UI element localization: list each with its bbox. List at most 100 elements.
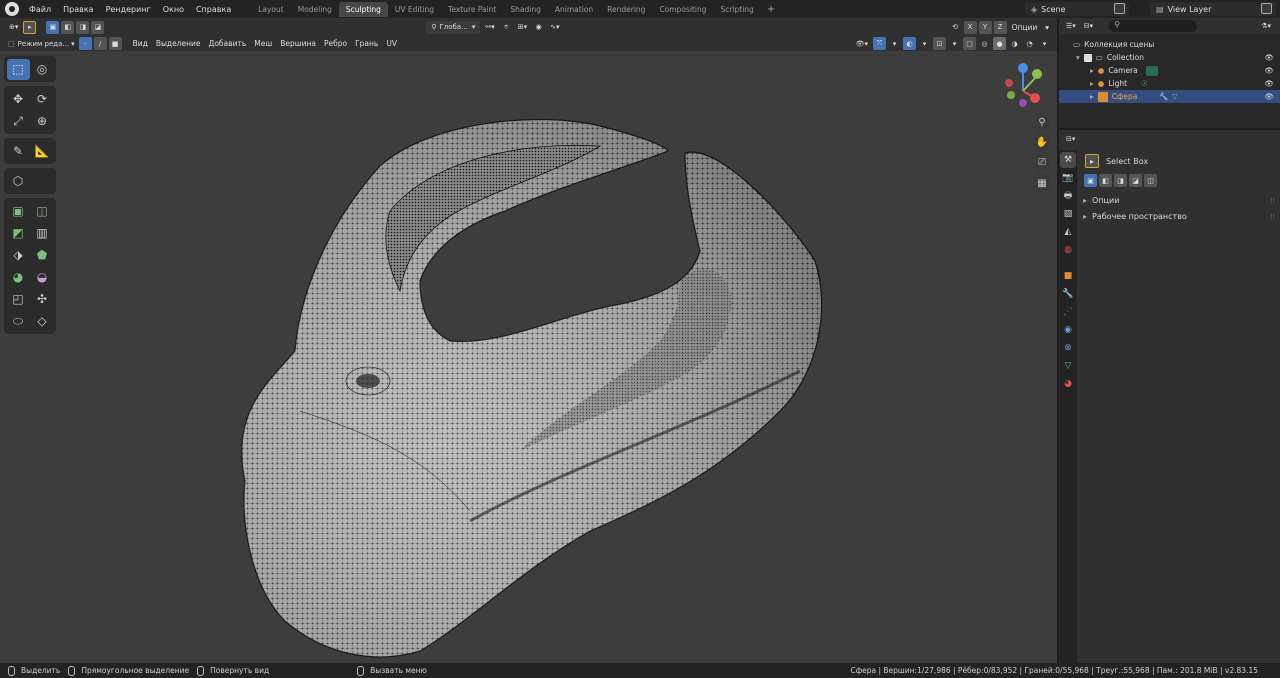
menu-uv[interactable]: UV xyxy=(382,39,401,48)
options-dropdown[interactable]: Опции xyxy=(1008,23,1042,32)
transform-tool-icon[interactable]: ⊕ xyxy=(31,111,54,132)
tab-view-layer-icon[interactable]: ▧ xyxy=(1060,206,1076,222)
panel-workspace[interactable]: ▸ Рабочее пространство ⁞⁞ xyxy=(1083,212,1275,221)
tab-rendering[interactable]: Rendering xyxy=(600,2,652,17)
tab-scripting[interactable]: Scripting xyxy=(713,2,760,17)
outliner-item-camera[interactable]: ▸ ● Camera 👁 xyxy=(1059,64,1280,77)
mirror-icon[interactable]: ⟲ xyxy=(949,21,962,34)
outliner-item-collection[interactable]: ▾ ▭ Collection 👁 xyxy=(1059,51,1280,64)
tab-particles-icon[interactable]: ⋰ xyxy=(1060,304,1076,320)
scene-selector[interactable]: ◈ Scene xyxy=(1025,2,1129,16)
mesh-overlay-dropdown-icon[interactable]: ▾ xyxy=(948,37,961,50)
display-mode-icon[interactable]: ⊟▾ xyxy=(1081,20,1096,33)
outliner-search-input[interactable]: ⚲ xyxy=(1109,20,1198,32)
tab-shading[interactable]: Shading xyxy=(503,2,547,17)
tab-modeling[interactable]: Modeling xyxy=(291,2,339,17)
face-select-icon[interactable]: ■ xyxy=(108,37,122,50)
eye-icon[interactable]: 👁 xyxy=(1264,66,1274,75)
perspective-grid-icon[interactable]: ▦ xyxy=(1033,174,1051,192)
tab-scene-icon[interactable]: ◭ xyxy=(1060,224,1076,240)
camera-data-icon[interactable] xyxy=(1145,65,1158,76)
axis-z-toggle[interactable]: Z xyxy=(993,20,1007,34)
menu-render[interactable]: Рендеринг xyxy=(100,5,157,14)
tab-tool-icon[interactable]: ⚒ xyxy=(1060,152,1076,168)
light-data-icon[interactable]: ☉ xyxy=(1141,79,1148,88)
bevel-tool-icon[interactable]: ◩ xyxy=(7,223,30,244)
loop-cut-tool-icon[interactable]: ▥ xyxy=(31,223,54,244)
menu-mesh[interactable]: Меш xyxy=(250,39,276,48)
options-chevron-icon[interactable]: ▾ xyxy=(1041,23,1057,32)
menu-add[interactable]: Добавить xyxy=(204,39,250,48)
shear-tool-icon[interactable]: ⬭ xyxy=(7,311,30,332)
overlay-toggle-icon[interactable]: ◐ xyxy=(903,37,916,50)
navigation-gizmo[interactable] xyxy=(1005,63,1042,107)
proportional-edit-icon[interactable]: ◉ xyxy=(532,21,545,34)
menu-help[interactable]: Справка xyxy=(190,5,237,14)
view-layer-selector[interactable]: ▤ View Layer xyxy=(1150,2,1276,16)
menu-edge[interactable]: Ребро xyxy=(320,39,351,48)
tab-layout[interactable]: Layout xyxy=(251,2,291,17)
modifier-wrench-icon[interactable]: 🔧 xyxy=(1159,92,1168,101)
axis-y-toggle[interactable]: Y xyxy=(978,20,992,34)
mode-new-icon[interactable]: ▣ xyxy=(1084,174,1097,187)
measure-tool-icon[interactable]: 📐 xyxy=(31,141,54,162)
select-box-tool-icon[interactable]: ⬚ xyxy=(6,58,30,80)
axis-x-toggle[interactable]: X xyxy=(963,20,977,34)
properties-editor-icon[interactable]: ⊟▾ xyxy=(1063,133,1078,146)
eye-icon[interactable]: 👁 xyxy=(1264,79,1274,88)
drag-handle-icon[interactable]: ⁞⁞ xyxy=(1270,196,1275,205)
tab-uv-editing[interactable]: UV Editing xyxy=(388,2,441,17)
scale-tool-icon[interactable]: ⤢ xyxy=(7,111,30,132)
visibility-filter-icon[interactable]: 👁▾ xyxy=(853,37,871,50)
add-cube-tool-icon[interactable]: ⬡ xyxy=(7,171,30,192)
eye-icon[interactable]: 👁 xyxy=(1264,53,1274,62)
spin-tool-icon[interactable]: ◕ xyxy=(7,267,30,288)
poly-build-tool-icon[interactable]: ⬟ xyxy=(31,245,54,266)
tab-compositing[interactable]: Compositing xyxy=(652,2,713,17)
smooth-tool-icon[interactable]: ◒ xyxy=(31,267,54,288)
menu-select[interactable]: Выделение xyxy=(152,39,205,48)
eye-icon[interactable]: 👁 xyxy=(1264,92,1274,101)
tab-sculpting[interactable]: Sculpting xyxy=(338,1,388,17)
mode-extend-icon[interactable]: ◧ xyxy=(1099,174,1112,187)
tab-world-icon[interactable]: ◍ xyxy=(1060,242,1076,258)
extrude-tool-icon[interactable]: ▣ xyxy=(7,201,30,222)
shrink-fatten-tool-icon[interactable]: ✣ xyxy=(31,289,54,310)
menu-view[interactable]: Вид xyxy=(129,39,152,48)
tab-constraints-icon[interactable]: ⊗ xyxy=(1060,340,1076,356)
annotate-tool-icon[interactable]: ✎ xyxy=(7,141,30,162)
active-tool-icon[interactable]: ▸ xyxy=(23,20,37,34)
shading-dropdown-icon[interactable]: ▾ xyxy=(1038,37,1051,50)
mode-difference-icon[interactable]: ◪ xyxy=(1129,174,1142,187)
menu-vertex[interactable]: Вершина xyxy=(276,39,320,48)
pan-hand-icon[interactable]: ✋ xyxy=(1033,133,1051,151)
mode-intersect-icon[interactable]: ◫ xyxy=(1144,174,1157,187)
tab-render-icon[interactable]: 📷 xyxy=(1060,170,1076,186)
new-view-layer-icon[interactable] xyxy=(1261,3,1272,14)
shading-material-icon[interactable]: ◑ xyxy=(1008,37,1021,50)
editor-type-icon[interactable]: ⊕▾ xyxy=(6,21,21,34)
shading-solid-icon[interactable]: ● xyxy=(993,37,1006,50)
cursor-tool-icon[interactable]: ◎ xyxy=(31,59,54,80)
select-mode-new-icon[interactable]: ▣ xyxy=(46,20,60,34)
move-tool-icon[interactable]: ✥ xyxy=(7,89,30,110)
panel-options[interactable]: ▸ Опции ⁞⁞ xyxy=(1083,196,1275,205)
menu-file[interactable]: Файл xyxy=(23,5,57,14)
tab-texture-paint[interactable]: Texture Paint xyxy=(441,2,503,17)
rotate-tool-icon[interactable]: ⟳ xyxy=(31,89,54,110)
mesh-data-icon[interactable]: ▽ xyxy=(1172,92,1178,101)
select-mode-extend-icon[interactable]: ◧ xyxy=(61,20,75,34)
snap-target-icon[interactable]: ⊞▾ xyxy=(515,21,530,34)
shading-wireframe-icon[interactable]: ◎ xyxy=(978,37,991,50)
outliner-editor-icon[interactable]: ☰▾ xyxy=(1063,20,1079,33)
tab-modifiers-icon[interactable]: 🔧 xyxy=(1060,286,1076,302)
menu-edit[interactable]: Правка xyxy=(57,5,99,14)
pivot-point-icon[interactable]: ⚯▾ xyxy=(482,21,497,34)
knife-tool-icon[interactable]: ⬗ xyxy=(7,245,30,266)
3d-viewport[interactable] xyxy=(0,51,1057,663)
tab-physics-icon[interactable]: ◉ xyxy=(1060,322,1076,338)
outliner-item-sphere[interactable]: ▸ Сфера 🔧 ▽ 👁 xyxy=(1059,90,1280,103)
tab-object-icon[interactable]: ■ xyxy=(1060,268,1076,284)
select-mode-invert-icon[interactable]: ◪ xyxy=(91,20,105,34)
xray-toggle-icon[interactable]: ▢ xyxy=(963,37,976,50)
